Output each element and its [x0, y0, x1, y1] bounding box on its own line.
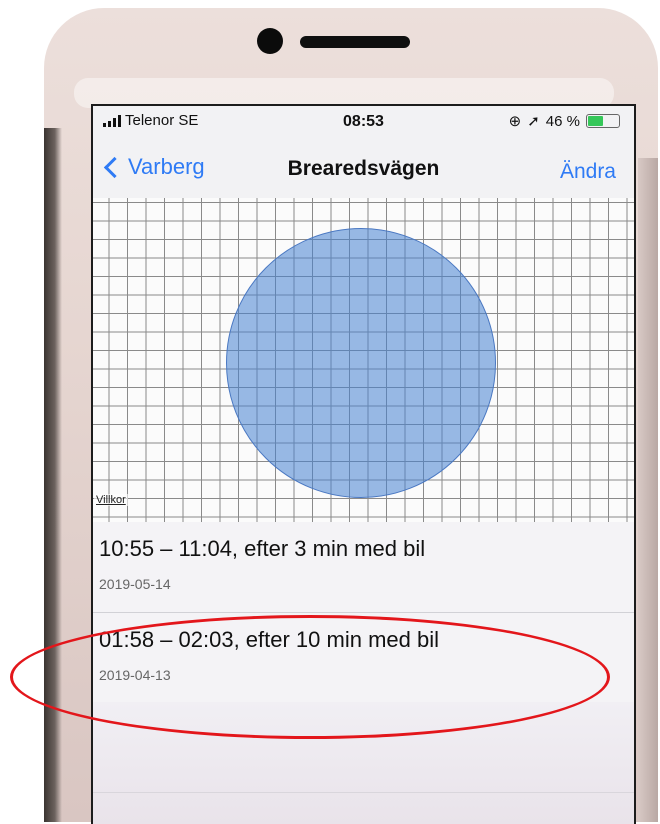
page-title: Brearedsvägen — [287, 157, 440, 180]
phone-edge-shadow — [44, 128, 62, 822]
orientation-lock-icon: ⊕ — [508, 113, 522, 130]
battery-fill — [588, 116, 603, 126]
terms-link[interactable]: Villkor — [94, 494, 128, 506]
phone-edge-right — [638, 158, 658, 822]
status-right: ⊕ ➚ 46 % — [509, 112, 620, 130]
navigation-bar: Varberg Brearedsvägen Ändra — [93, 140, 634, 199]
map-view[interactable]: Villkor — [93, 198, 634, 522]
location-arrow-icon: ➚ — [527, 113, 540, 130]
location-region-circle — [226, 228, 496, 498]
edit-button[interactable]: Ändra — [560, 160, 616, 184]
visit-date: 2019-05-14 — [99, 576, 171, 592]
battery-percent: 46 % — [545, 112, 580, 130]
earpiece-speaker — [300, 36, 410, 48]
battery-icon — [586, 114, 620, 128]
visit-time-range: 10:55 – 11:04, efter 3 min med bil — [99, 536, 426, 561]
red-highlight-ellipse — [10, 615, 610, 739]
front-camera — [257, 28, 283, 54]
list-item[interactable]: 10:55 – 11:04, efter 3 min med bil 2019-… — [93, 522, 634, 613]
status-bar: Telenor SE 08:53 ⊕ ➚ 46 % — [93, 106, 634, 140]
divider — [93, 792, 634, 793]
